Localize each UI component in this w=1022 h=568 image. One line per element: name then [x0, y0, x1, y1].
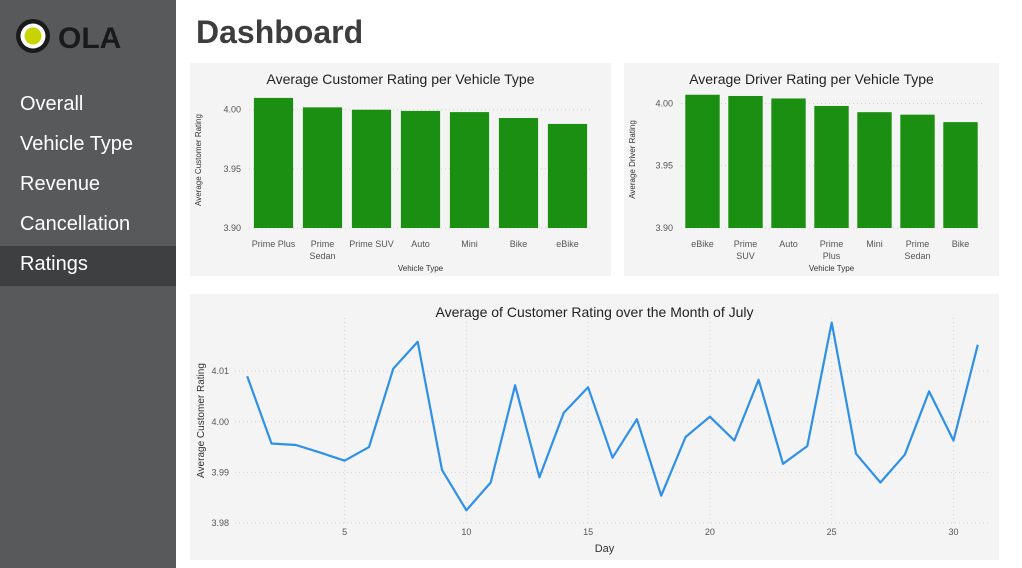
- y-axis-label: Average Driver Rating: [628, 120, 637, 199]
- x-tick-label: Mini: [866, 239, 883, 249]
- bar: [351, 109, 392, 228]
- x-tick-label: 20: [705, 527, 715, 537]
- y-tick-label: 3.98: [211, 518, 229, 528]
- y-axis-label: Average Customer Rating: [194, 114, 203, 206]
- sidebar: OLA Overall Vehicle Type Revenue Cancell…: [0, 0, 176, 568]
- bar: [685, 94, 720, 229]
- bar: [253, 97, 294, 228]
- sidebar-item-overall[interactable]: Overall: [0, 86, 176, 126]
- y-tick-label: 3.99: [211, 467, 229, 477]
- july-rating-line-chart: Average of Customer Rating over the Mont…: [190, 294, 999, 560]
- x-tick-label: 30: [948, 527, 958, 537]
- y-tick-label: 4.01: [211, 366, 229, 376]
- ola-logo[interactable]: OLA: [12, 14, 162, 58]
- bar: [728, 95, 763, 229]
- y-tick-label: 4.00: [211, 417, 229, 427]
- x-tick-label: Prime SUV: [349, 239, 394, 249]
- x-tick-label: Bike: [510, 239, 528, 249]
- y-tick-label: 4.00: [655, 98, 673, 108]
- x-tick-label: Mini: [461, 239, 478, 249]
- sidebar-item-cancellation[interactable]: Cancellation: [0, 206, 176, 246]
- logo-wordmark: OLA: [58, 22, 121, 55]
- x-tick-label: Auto: [779, 239, 798, 249]
- x-tick-label: 10: [461, 527, 471, 537]
- x-tick-label: Auto: [411, 239, 430, 249]
- bar: [943, 122, 978, 228]
- bar: [814, 105, 849, 228]
- x-tick-label: Prime Sedan: [309, 239, 335, 261]
- y-tick-label: 3.90: [655, 223, 673, 233]
- x-axis-label: Day: [595, 543, 615, 555]
- x-axis-label: Vehicle Type: [398, 264, 444, 273]
- x-tick-label: Prime Plus: [820, 239, 844, 261]
- x-tick-label: eBike: [556, 239, 579, 249]
- rating-series-line: [246, 321, 979, 512]
- y-tick-label: 3.95: [223, 164, 241, 174]
- bar: [900, 114, 935, 228]
- y-axis-label: Average Customer Rating: [196, 363, 207, 478]
- x-tick-label: Prime Plus: [252, 239, 296, 249]
- y-tick-label: 3.90: [223, 223, 241, 233]
- bar: [771, 98, 806, 228]
- bar: [498, 118, 539, 228]
- sidebar-item-vehicle-type[interactable]: Vehicle Type: [0, 126, 176, 166]
- y-tick-label: 4.00: [223, 105, 241, 115]
- driver-rating-bar-plot: 3.90 3.95 4.00 eBike Prime SUV Auto Prime Plus Mi…: [628, 94, 982, 273]
- x-tick-label: Bike: [952, 239, 970, 249]
- x-tick-label: 25: [827, 527, 837, 537]
- driver-rating-bar-chart: Average Driver Rating per Vehicle Type 3…: [624, 63, 999, 276]
- july-rating-line-plot: 3.98 3.99 4.00 4.01 5 10 15 20 25 30 Day Average Cu…: [196, 318, 990, 555]
- sidebar-item-revenue[interactable]: Revenue: [0, 166, 176, 206]
- sidebar-item-ratings[interactable]: Ratings: [0, 246, 176, 286]
- bar: [302, 107, 343, 228]
- x-tick-label: Prime Sedan: [904, 239, 930, 261]
- y-tick-label: 3.95: [655, 161, 673, 171]
- logo-dot-icon: [24, 27, 42, 45]
- bar: [400, 110, 441, 228]
- x-tick-label: eBike: [691, 239, 714, 249]
- bar: [449, 112, 490, 228]
- x-axis-label: Vehicle Type: [809, 264, 855, 273]
- customer-rating-bar-plot: 3.90 3.95 4.00 Prime Plus Prime Sedan Prime SU…: [194, 97, 592, 273]
- bar: [547, 123, 588, 228]
- x-tick-label: 15: [583, 527, 593, 537]
- x-tick-label: 5: [342, 527, 347, 537]
- bar: [857, 112, 892, 228]
- customer-rating-bar-chart: Average Customer Rating per Vehicle Type…: [190, 63, 611, 276]
- page-title: Dashboard: [196, 14, 364, 50]
- sidebar-nav: Overall Vehicle Type Revenue Cancellatio…: [0, 86, 176, 286]
- x-tick-label: Prime SUV: [734, 239, 758, 261]
